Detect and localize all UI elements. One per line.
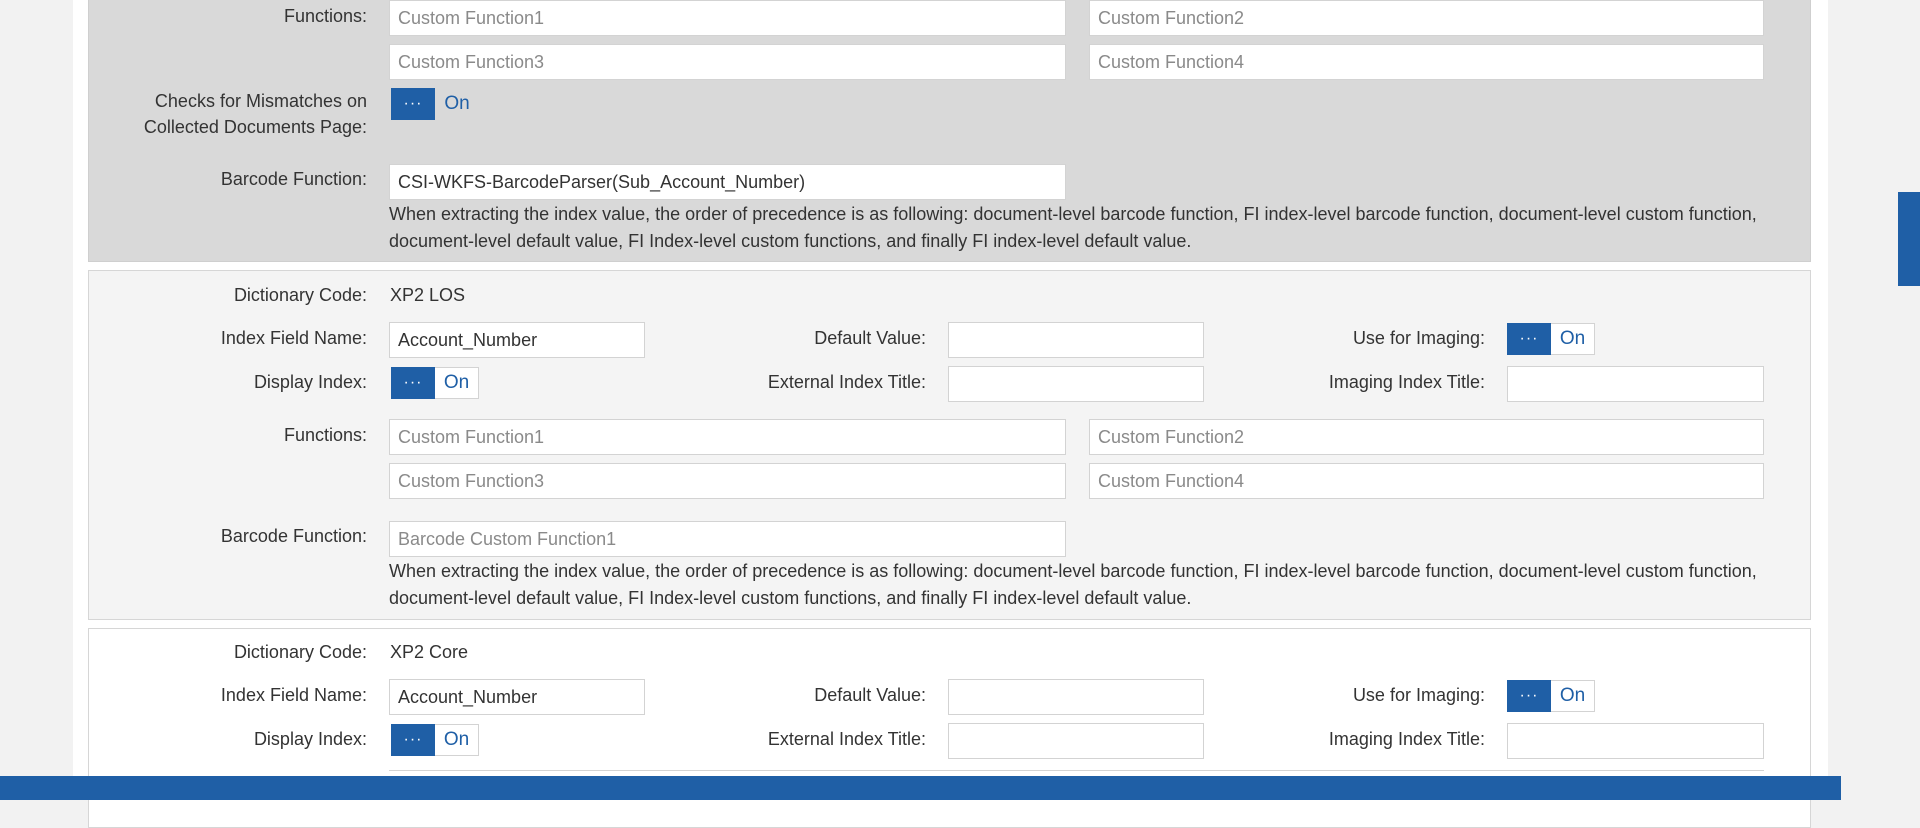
index-field-name-label: Index Field Name: bbox=[220, 328, 367, 348]
default-value-input[interactable] bbox=[948, 322, 1204, 358]
functions-label: Functions: bbox=[283, 6, 367, 26]
mismatch-check-label-line1: Checks for Mismatches on bbox=[154, 91, 367, 111]
default-value-input[interactable] bbox=[948, 679, 1204, 715]
custom-function-1-input[interactable] bbox=[389, 0, 1066, 36]
default-value-label: Default Value: bbox=[814, 685, 926, 705]
external-index-title-label: External Index Title: bbox=[767, 372, 926, 392]
bottom-action-bar bbox=[0, 776, 1841, 800]
dictionary-code-label: Dictionary Code: bbox=[233, 642, 367, 662]
index-field-name-label: Index Field Name: bbox=[220, 685, 367, 705]
barcode-function-label: Barcode Function: bbox=[220, 169, 367, 189]
mismatch-check-toggle[interactable]: ··· On bbox=[391, 88, 479, 120]
toggle-dots-icon: ··· bbox=[391, 367, 435, 399]
scrollbar-thumb[interactable] bbox=[1898, 192, 1920, 286]
toggle-dots-icon: ··· bbox=[391, 88, 435, 120]
display-index-label: Display Index: bbox=[253, 372, 367, 392]
display-index-label: Display Index: bbox=[253, 729, 367, 749]
custom-function-4-input[interactable] bbox=[1089, 44, 1764, 80]
imaging-index-title-label: Imaging Index Title: bbox=[1328, 372, 1485, 392]
mismatch-check-label-line2: Collected Documents Page: bbox=[143, 117, 367, 137]
precedence-note-line1: When extracting the index value, the ord… bbox=[389, 561, 1757, 581]
precedence-note: When extracting the index value, the ord… bbox=[389, 558, 1789, 612]
custom-function-4-input[interactable] bbox=[1089, 463, 1764, 499]
dictionary-code-value: XP2 LOS bbox=[390, 285, 466, 305]
use-for-imaging-toggle[interactable]: ··· On bbox=[1507, 680, 1595, 712]
precedence-note-line1: When extracting the index value, the ord… bbox=[389, 204, 1757, 224]
custom-function-3-input[interactable] bbox=[389, 463, 1066, 499]
barcode-function-label: Barcode Function: bbox=[220, 526, 367, 546]
index-field-name-input[interactable] bbox=[389, 322, 645, 358]
dictionary-code-label: Dictionary Code: bbox=[233, 285, 367, 305]
precedence-note-line2: document-level default value, FI Index-l… bbox=[389, 588, 1192, 608]
index-field-name-input[interactable] bbox=[389, 679, 645, 715]
imaging-index-title-input[interactable] bbox=[1507, 723, 1764, 759]
precedence-note: When extracting the index value, the ord… bbox=[389, 201, 1789, 255]
imaging-index-title-input[interactable] bbox=[1507, 366, 1764, 402]
display-index-toggle[interactable]: ··· On bbox=[391, 724, 479, 756]
custom-function-2-input[interactable] bbox=[1089, 0, 1764, 36]
toggle-state-label: On bbox=[444, 93, 470, 114]
use-for-imaging-label: Use for Imaging: bbox=[1352, 328, 1485, 348]
custom-function-1-input[interactable] bbox=[389, 419, 1066, 455]
external-index-title-input[interactable] bbox=[948, 723, 1204, 759]
display-index-toggle[interactable]: ··· On bbox=[391, 367, 479, 399]
imaging-index-title-label: Imaging Index Title: bbox=[1328, 729, 1485, 749]
functions-label: Functions: bbox=[283, 425, 367, 445]
toggle-state-label: On bbox=[435, 724, 479, 756]
toggle-dots-icon: ··· bbox=[1507, 323, 1551, 355]
mismatch-check-label: Checks for Mismatches on Collected Docum… bbox=[100, 88, 367, 140]
toggle-state-label: On bbox=[1551, 680, 1595, 712]
external-index-title-label: External Index Title: bbox=[767, 729, 926, 749]
barcode-function-input[interactable] bbox=[389, 164, 1066, 200]
precedence-note-line2: document-level default value, FI Index-l… bbox=[389, 231, 1192, 251]
use-for-imaging-label: Use for Imaging: bbox=[1352, 685, 1485, 705]
toggle-dots-icon: ··· bbox=[1507, 680, 1551, 712]
default-value-label: Default Value: bbox=[814, 328, 926, 348]
toggle-state-label: On bbox=[435, 367, 479, 399]
custom-function-2-input[interactable] bbox=[1089, 419, 1764, 455]
external-index-title-input[interactable] bbox=[948, 366, 1204, 402]
use-for-imaging-toggle[interactable]: ··· On bbox=[1507, 323, 1595, 355]
dictionary-code-value: XP2 Core bbox=[390, 642, 469, 662]
toggle-dots-icon: ··· bbox=[391, 724, 435, 756]
custom-function-3-input[interactable] bbox=[389, 44, 1066, 80]
barcode-function-input[interactable] bbox=[389, 521, 1066, 557]
toggle-state-label: On bbox=[1551, 323, 1595, 355]
